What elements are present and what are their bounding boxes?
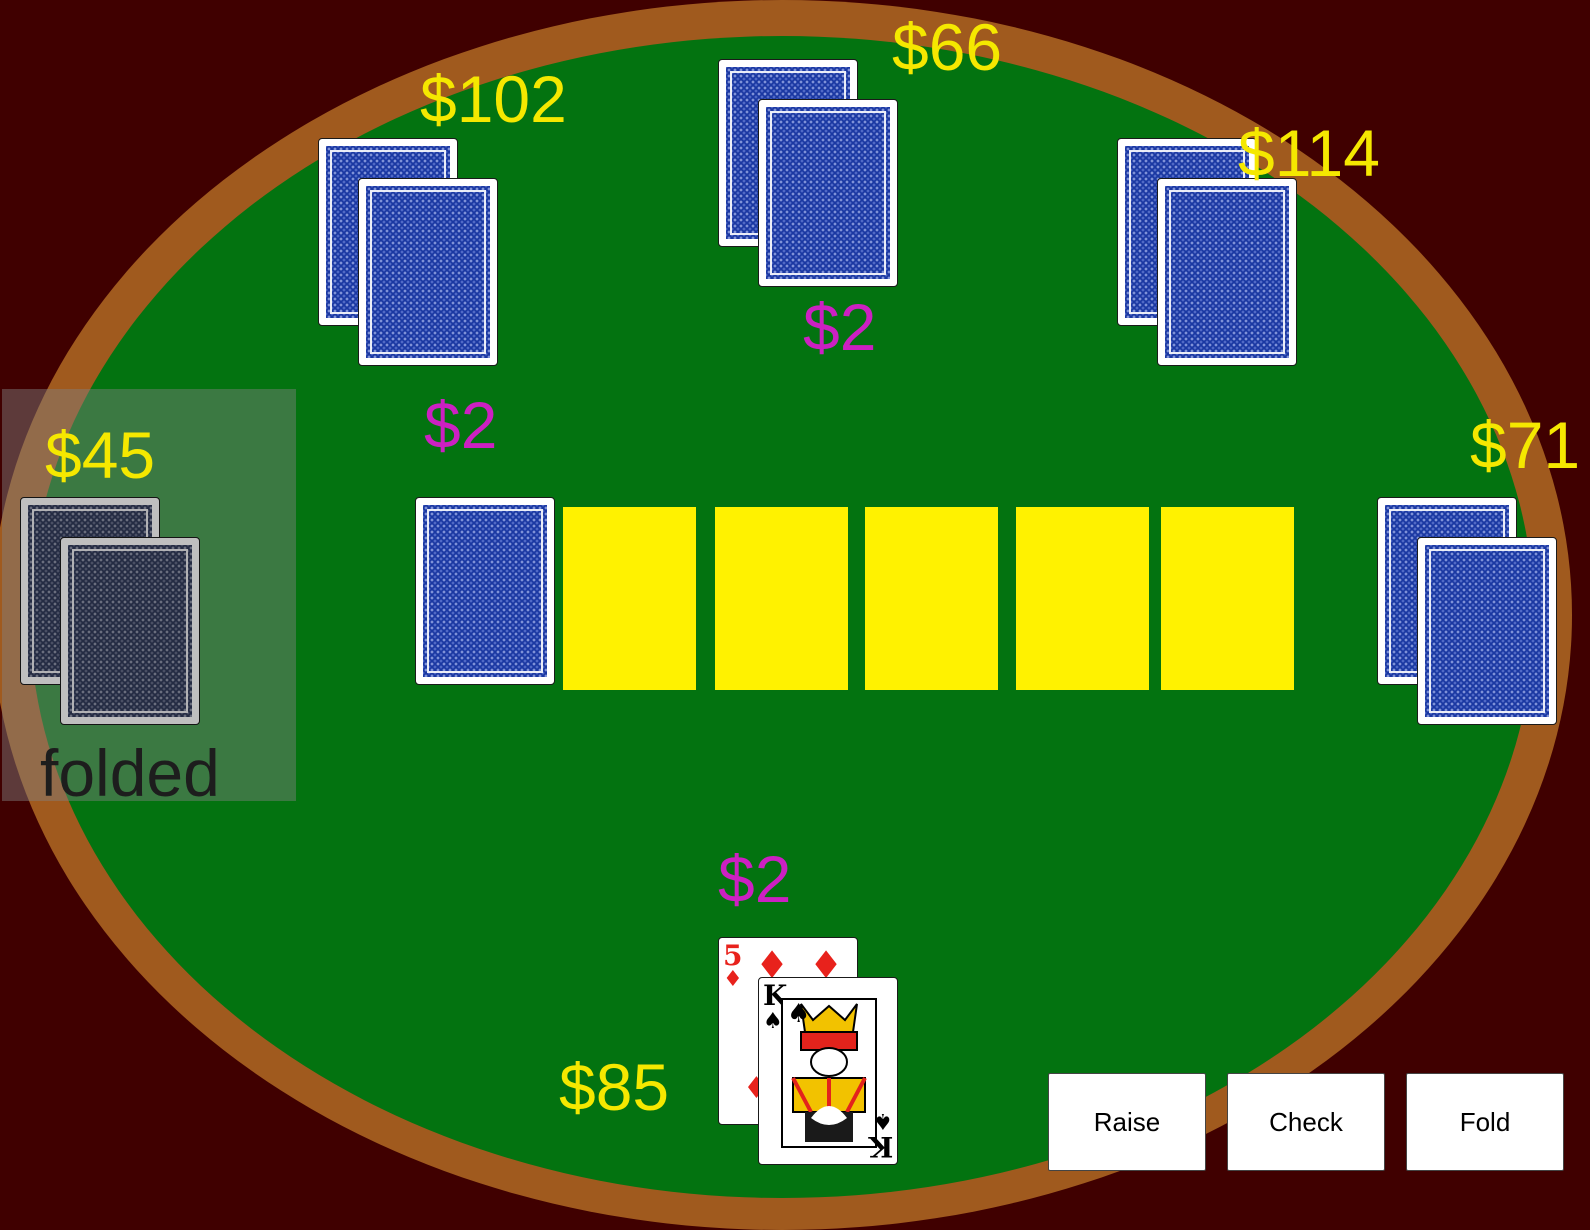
player-right-card-2 <box>1417 537 1557 725</box>
king-portrait-icon: ♠ <box>781 998 877 1148</box>
hero-card-2-rank-bottom: K <box>868 1130 893 1163</box>
diamond-suit-icon: ♦ <box>723 966 743 992</box>
player-top-right-card-2 <box>1157 178 1297 366</box>
spade-suit-icon: ♠ <box>763 1008 783 1034</box>
player-top-center-stack: $66 <box>892 10 1003 84</box>
hero-card-king-of-spades: K ♠ ♠ K ♠ <box>758 977 898 1165</box>
board-slot-5 <box>1161 507 1294 690</box>
player-left-stack: $45 <box>45 418 156 492</box>
raise-button[interactable]: Raise <box>1048 1073 1206 1171</box>
player-left-status: folded <box>40 736 220 810</box>
svg-text:♠: ♠ <box>787 999 810 1029</box>
board-slot-3 <box>865 507 998 690</box>
player-left-card-2 <box>60 537 200 725</box>
player-hero-bet: $2 <box>718 842 792 916</box>
board-slot-1 <box>563 507 696 690</box>
board-slot-2 <box>715 507 848 690</box>
spade-suit-icon: ♠ <box>873 1108 893 1134</box>
player-top-left-stack: $102 <box>420 62 567 136</box>
check-button[interactable]: Check <box>1227 1073 1385 1171</box>
player-top-left-bet: $2 <box>424 388 498 462</box>
player-top-left-card-2 <box>358 178 498 366</box>
player-top-center-bet: $2 <box>803 290 877 364</box>
player-top-right-stack: $114 <box>1238 116 1380 190</box>
player-right-stack: $71 <box>1470 408 1581 482</box>
board-slot-4 <box>1016 507 1149 690</box>
fold-button[interactable]: Fold <box>1406 1073 1564 1171</box>
player-top-center-card-2 <box>758 99 898 287</box>
deck-card <box>415 497 555 685</box>
player-hero-stack: $85 <box>559 1050 670 1124</box>
